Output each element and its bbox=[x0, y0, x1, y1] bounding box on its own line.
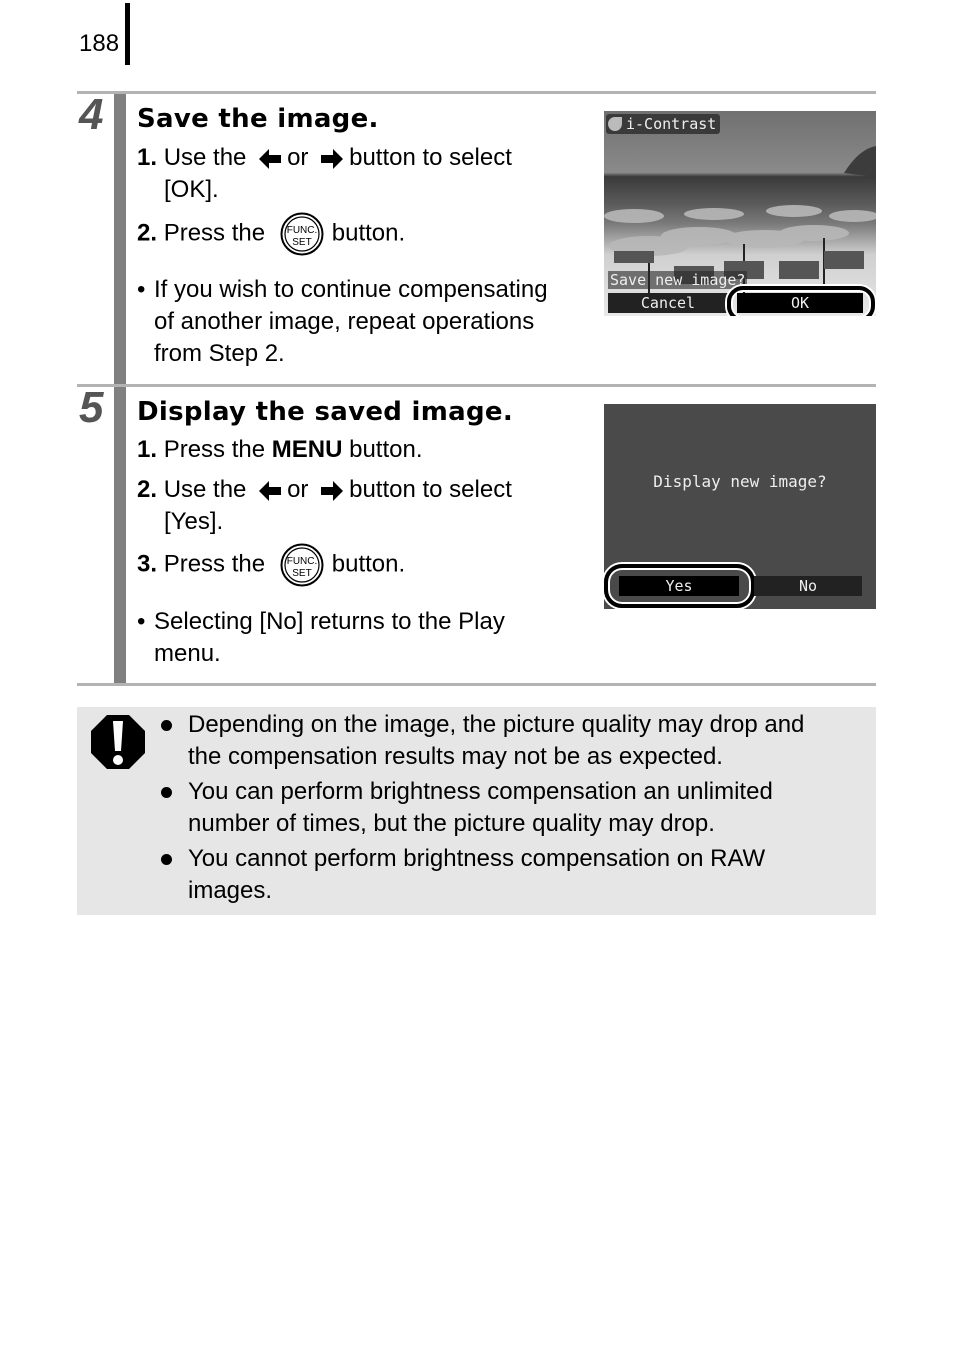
page-number: 188 bbox=[79, 30, 120, 57]
step-5-instruction-3: 3. Press the FUNC. SET button. bbox=[137, 543, 405, 587]
camera-screen-display: Display new image? Yes No bbox=[604, 404, 876, 609]
svg-text:FUNC.: FUNC. bbox=[286, 556, 317, 567]
func-set-button-icon: FUNC.SET bbox=[280, 212, 324, 256]
step-4-number: 4 bbox=[79, 90, 104, 139]
i-contrast-label: i-Contrast bbox=[606, 114, 721, 134]
step-5-instruction-2: 2. Use the or button to select bbox=[137, 476, 512, 503]
step-4-instruction-1: 1. Use the or button to select bbox=[137, 144, 512, 171]
caution-icon bbox=[91, 715, 145, 769]
divider bbox=[77, 91, 876, 94]
step-4-instruction-1-cont: [OK]. bbox=[164, 176, 219, 203]
caution-item-3: You cannot perform brightness compensati… bbox=[161, 843, 765, 907]
save-prompt: Save new image? bbox=[608, 271, 748, 289]
func-set-button-icon: FUNC.SET bbox=[280, 543, 324, 587]
step-4-title: Save the image. bbox=[137, 104, 379, 134]
step-4-instruction-2: 2. Press the FUNC. SET button. bbox=[137, 212, 405, 256]
step-5-bar bbox=[114, 387, 126, 683]
step-5-number: 5 bbox=[79, 383, 104, 432]
svg-text:SET: SET bbox=[292, 237, 311, 248]
step-5-instruction-2-cont: [Yes]. bbox=[164, 508, 224, 535]
caution-item-2: You can perform brightness compensation … bbox=[161, 776, 773, 840]
right-arrow-icon bbox=[321, 148, 344, 169]
svg-text:FUNC.: FUNC. bbox=[286, 225, 317, 236]
yes-option[interactable]: Yes bbox=[619, 576, 739, 596]
step-5-instruction-1: 1. Press the MENU button. bbox=[137, 436, 423, 463]
left-arrow-icon bbox=[259, 480, 282, 501]
divider bbox=[77, 683, 876, 686]
right-arrow-icon bbox=[321, 480, 344, 501]
bullet-dot bbox=[161, 720, 172, 731]
divider bbox=[77, 384, 876, 387]
left-arrow-icon bbox=[259, 148, 282, 169]
caution-item-1: Depending on the image, the picture qual… bbox=[161, 709, 804, 773]
camera-screen-save: i-Contrast Save new image? Cancel OK bbox=[604, 111, 876, 316]
i-contrast-icon bbox=[608, 117, 622, 131]
step-5-title: Display the saved image. bbox=[137, 397, 513, 427]
no-option[interactable]: No bbox=[754, 576, 862, 596]
bullet-dot bbox=[161, 787, 172, 798]
svg-text:SET: SET bbox=[292, 568, 311, 579]
ok-option[interactable]: OK bbox=[737, 293, 863, 313]
caution-box: Depending on the image, the picture qual… bbox=[77, 707, 876, 915]
bullet-dot bbox=[161, 854, 172, 865]
step-4-bar bbox=[114, 94, 126, 384]
page-marker-bar bbox=[125, 3, 130, 65]
cancel-option[interactable]: Cancel bbox=[608, 293, 728, 313]
menu-button-label: MENU bbox=[271, 436, 343, 463]
display-prompt: Display new image? bbox=[653, 472, 827, 491]
